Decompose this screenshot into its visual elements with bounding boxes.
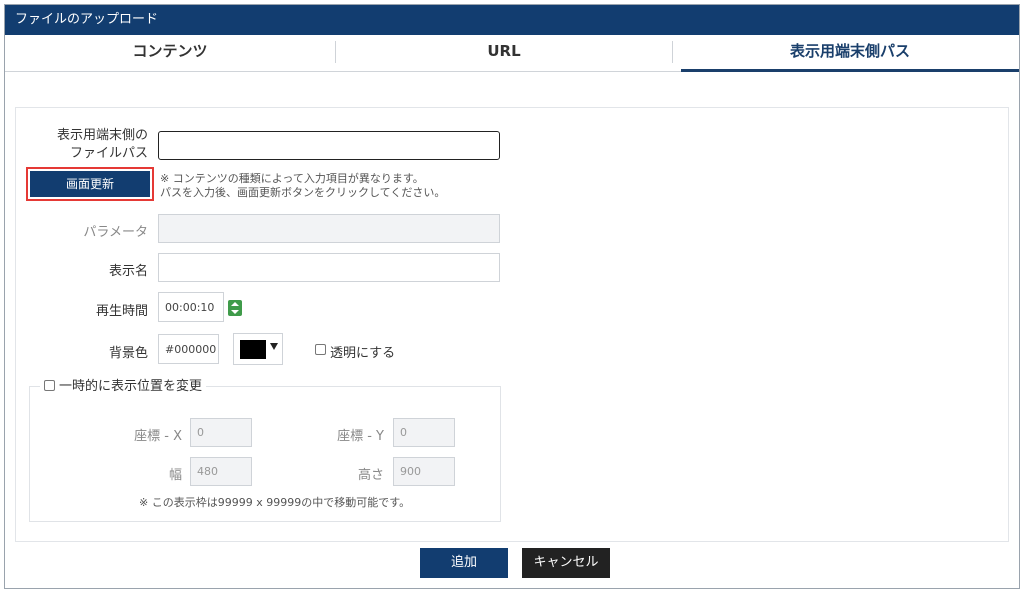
coord-y-label: 座標 - Y xyxy=(337,429,384,444)
path-note-line1: ※ コンテンツの種類によって入力項目が異なります。 xyxy=(160,172,424,185)
background-color-input[interactable] xyxy=(158,334,219,364)
path-note-line2: パスを入力後、画面更新ボタンをクリックしてください。 xyxy=(160,186,446,199)
play-time-input[interactable] xyxy=(158,292,224,322)
width-input[interactable] xyxy=(190,457,252,486)
parameter-label: パラメータ xyxy=(83,225,148,240)
color-picker-dropdown[interactable] xyxy=(233,333,283,365)
tab-bar: コンテンツ URL 表示用端末側パス xyxy=(5,35,1019,72)
play-time-label: 再生時間 xyxy=(95,304,148,319)
coord-x-input[interactable] xyxy=(190,418,252,447)
width-label: 幅 xyxy=(168,468,182,483)
coord-x-label: 座標 - X xyxy=(134,429,182,444)
file-path-input[interactable] xyxy=(158,131,500,160)
height-input[interactable] xyxy=(393,457,455,486)
refresh-screen-button[interactable]: 画面更新 xyxy=(26,167,154,201)
tab-contents[interactable]: コンテンツ xyxy=(5,35,335,71)
position-note: ※ この表示枠は99999 x 99999の中で移動可能です。 xyxy=(139,496,411,509)
transparent-checkbox[interactable] xyxy=(315,344,326,355)
path-label-line2: ファイルパス xyxy=(69,146,148,161)
display-name-label: 表示名 xyxy=(108,264,148,279)
path-note: ※ コンテンツの種類によって入力項目が異なります。 パスを入力後、画面更新ボタン… xyxy=(160,172,445,200)
display-name-input[interactable] xyxy=(158,253,500,282)
height-label: 高さ xyxy=(357,468,384,483)
tab-divider xyxy=(672,41,673,63)
play-time-stepper-icon[interactable] xyxy=(228,300,242,316)
transparent-label: 透明にする xyxy=(330,346,396,361)
background-color-label: 背景色 xyxy=(108,346,148,361)
parameter-input[interactable] xyxy=(158,214,500,243)
refresh-screen-button-label: 画面更新 xyxy=(30,171,150,197)
tab-device-path[interactable]: 表示用端末側パス xyxy=(681,35,1019,72)
chevron-down-icon xyxy=(270,343,278,350)
temporary-position-checkbox[interactable] xyxy=(44,380,55,391)
position-legend-label: 一時的に表示位置を変更 xyxy=(59,379,203,394)
coord-y-input[interactable] xyxy=(393,418,455,447)
path-label-line1: 表示用端末側の xyxy=(56,128,148,143)
color-swatch xyxy=(240,340,266,359)
cancel-button[interactable]: キャンセル xyxy=(522,548,610,578)
tab-url[interactable]: URL xyxy=(336,35,672,71)
add-button[interactable]: 追加 xyxy=(420,548,508,578)
position-legend: 一時的に表示位置を変更 xyxy=(40,379,207,395)
dialog-title: ファイルのアップロード xyxy=(5,5,1019,35)
path-label: 表示用端末側の ファイルパス xyxy=(40,127,148,163)
